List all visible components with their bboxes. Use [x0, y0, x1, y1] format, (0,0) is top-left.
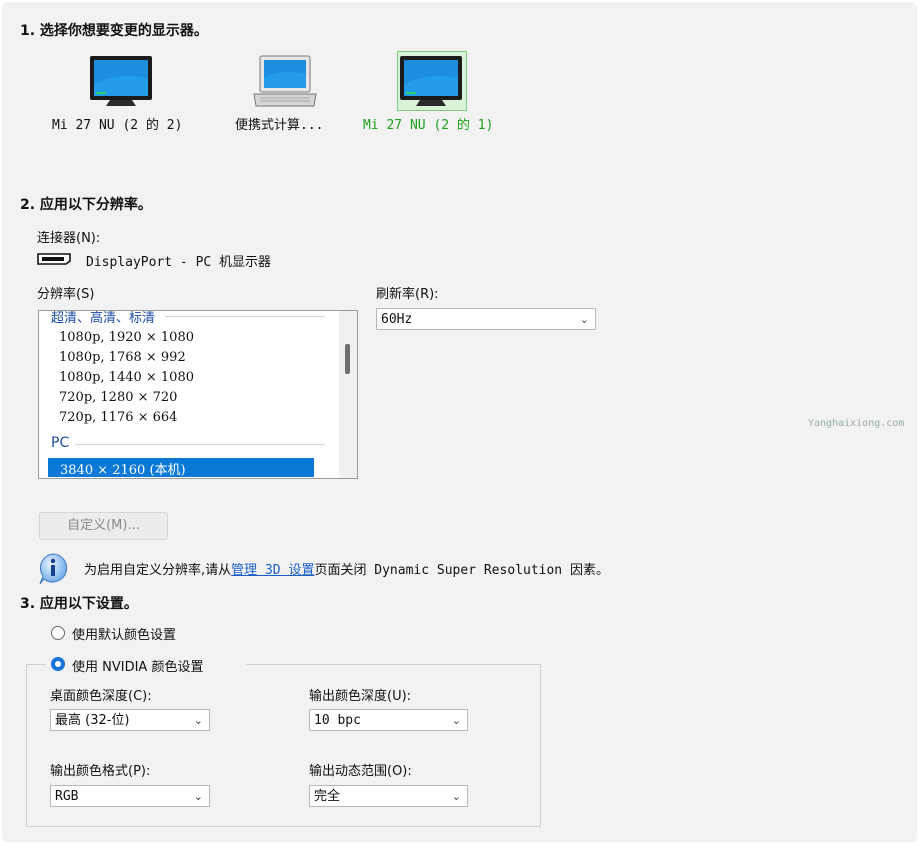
- chevron-down-icon: ⌄: [193, 790, 203, 803]
- output-range-value: 完全: [314, 789, 341, 804]
- resolution-item-selected[interactable]: 3840 × 2160 (本机): [48, 458, 314, 478]
- output-format-value: RGB: [55, 789, 79, 804]
- resolution-group-hd: 超清、高清、标清: [51, 311, 156, 326]
- output-format-label: 输出颜色格式(P):: [50, 764, 151, 779]
- watermark: Yanghaixiong.com: [808, 418, 905, 429]
- laptop-icon: [253, 55, 317, 107]
- resolution-item[interactable]: 720p, 1176 × 664: [59, 410, 177, 425]
- info-text-after: 页面关闭 Dynamic Super Resolution 因素。: [314, 563, 609, 578]
- monitor-1-of-2-label[interactable]: Mi 27 NU (2 的 1): [363, 114, 493, 133]
- manage-3d-settings-link[interactable]: 管理 3D 设置: [231, 563, 314, 578]
- monitor-2-of-2-label[interactable]: Mi 27 NU (2 的 2): [52, 114, 182, 133]
- refresh-rate-dropdown[interactable]: 60Hz ⌄: [376, 308, 596, 330]
- info-icon: [39, 553, 68, 585]
- radio-default-color-label[interactable]: 使用默认颜色设置: [72, 624, 176, 643]
- monitor-2-of-2[interactable]: [88, 54, 156, 110]
- resolution-item[interactable]: 1080p, 1440 × 1080: [59, 370, 194, 385]
- connector-label: 连接器(N):: [37, 231, 101, 246]
- laptop-label[interactable]: 便携式计算...: [235, 114, 323, 133]
- output-format-dropdown[interactable]: RGB ⌄: [50, 785, 210, 807]
- resolution-item[interactable]: 720p, 1280 × 720: [59, 390, 177, 405]
- step2-heading: 2. 应用以下分辨率。: [20, 197, 152, 213]
- refresh-rate-value: 60Hz: [381, 312, 413, 327]
- resolution-list[interactable]: 超清、高清、标清 1080p, 1920 × 1080 1080p, 1768 …: [38, 310, 358, 479]
- chevron-down-icon: ⌄: [579, 313, 589, 326]
- desktop-depth-label: 桌面颜色深度(C):: [50, 689, 152, 704]
- chevron-down-icon: ⌄: [451, 790, 461, 803]
- group-divider: [165, 316, 325, 317]
- info-text: 为启用自定义分辨率,请从管理 3D 设置页面关闭 Dynamic Super R…: [84, 559, 609, 578]
- step1-heading: 1. 选择你想要变更的显示器。: [20, 23, 208, 39]
- resolution-item[interactable]: 1080p, 1920 × 1080: [59, 330, 194, 345]
- custom-resolution-button[interactable]: 自定义(M)...: [39, 512, 168, 540]
- radio-nvidia-color[interactable]: [51, 657, 65, 671]
- laptop-display[interactable]: [252, 54, 320, 110]
- resolution-label: 分辨率(S): [37, 287, 95, 302]
- desktop-depth-dropdown[interactable]: 最高 (32-位) ⌄: [50, 709, 210, 731]
- step3-heading: 3. 应用以下设置。: [20, 596, 138, 612]
- output-range-dropdown[interactable]: 完全 ⌄: [309, 785, 468, 807]
- output-depth-dropdown[interactable]: 10 bpc ⌄: [309, 709, 468, 731]
- resolution-scrollbar[interactable]: [339, 311, 357, 478]
- radio-nvidia-color-label[interactable]: 使用 NVIDIA 颜色设置: [72, 656, 203, 675]
- resolution-item[interactable]: 1080p, 1768 × 992: [59, 350, 186, 365]
- monitor-icon: [400, 56, 462, 106]
- radio-default-color[interactable]: [51, 626, 65, 640]
- output-depth-label: 输出颜色深度(U):: [309, 689, 412, 704]
- desktop-depth-value: 最高 (32-位): [55, 713, 130, 728]
- output-range-label: 输出动态范围(O):: [309, 764, 412, 779]
- monitor-icon: [90, 56, 152, 106]
- monitor-1-of-2[interactable]: [397, 51, 467, 111]
- group-divider: [75, 444, 325, 445]
- displayport-icon: [37, 253, 71, 265]
- display-settings-panel: 1. 选择你想要变更的显示器。 Mi 27 NU (2 的 2) 便携式计算..…: [2, 2, 917, 842]
- resolution-item-selected-label: 3840 × 2160 (本机): [60, 463, 186, 478]
- info-text-before: 为启用自定义分辨率,请从: [84, 563, 232, 578]
- chevron-down-icon: ⌄: [451, 714, 461, 727]
- output-depth-value: 10 bpc: [314, 713, 361, 728]
- scrollbar-thumb[interactable]: [345, 344, 350, 374]
- connector-value: DisplayPort - PC 机显示器: [86, 255, 272, 270]
- chevron-down-icon: ⌄: [193, 714, 203, 727]
- refresh-label: 刷新率(R):: [376, 287, 439, 302]
- resolution-group-pc: PC: [51, 435, 70, 451]
